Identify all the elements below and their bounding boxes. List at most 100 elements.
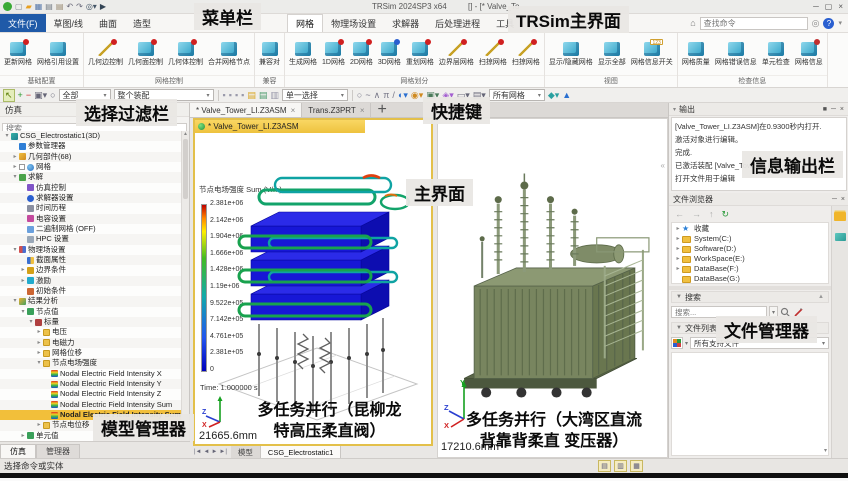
print-button[interactable]: ▤ xyxy=(45,2,53,12)
chevron-down-icon[interactable]: ▾ xyxy=(838,19,842,27)
ribbon-button[interactable]: 扫掠网格 xyxy=(477,41,509,68)
file-list[interactable]: ▾ xyxy=(671,352,829,456)
ribbon-button[interactable]: 1D网格 xyxy=(320,41,347,68)
ribbon-button[interactable]: 单元检查 xyxy=(760,41,792,68)
play-button[interactable]: ▶ xyxy=(100,2,106,12)
collapse-panel-icon[interactable]: « xyxy=(661,161,665,170)
tree-item[interactable]: ▸网格 xyxy=(0,162,182,172)
model-display-icon[interactable]: ▲ xyxy=(562,89,571,102)
add-filter-icon[interactable]: + xyxy=(18,89,23,102)
remove-filter-icon[interactable]: − xyxy=(26,89,31,102)
menu-tab[interactable]: 造型 xyxy=(125,14,159,32)
pick-box-icon[interactable]: ▣▾ xyxy=(34,89,47,102)
tree-item[interactable]: Nodal Electric Field Intensity Z xyxy=(0,389,182,399)
active-document-banner[interactable]: * Valve_Tower_LI.Z3ASM xyxy=(195,120,365,133)
search-section-header[interactable]: ▼ 搜索 ▲ xyxy=(671,291,829,303)
minimize-button[interactable]: ─ xyxy=(813,2,819,11)
tree-item[interactable]: 仿真控制 xyxy=(0,183,182,193)
tree-item[interactable]: 二遍制网格 (OFF) xyxy=(0,224,182,234)
close-button[interactable]: × xyxy=(838,2,843,11)
menu-tab[interactable]: 曲面 xyxy=(91,14,125,32)
minimize-icon[interactable]: ─ xyxy=(832,196,837,203)
new-file-button[interactable]: ▢ xyxy=(15,2,23,12)
polyline-tool-icon[interactable]: π xyxy=(383,89,389,102)
tree-item[interactable]: ▸边界条件 xyxy=(0,265,182,275)
view-tab[interactable]: CSG_Electrostatic1 xyxy=(261,446,341,458)
tree-item[interactable]: 时间历程 xyxy=(0,203,182,213)
mesh-display-icon[interactable]: ◆▾ xyxy=(548,89,559,102)
ribbon-button[interactable]: 几何边控制 xyxy=(86,41,125,68)
folder-icon[interactable] xyxy=(834,212,846,221)
panel-tab[interactable]: 仿真 xyxy=(0,444,36,458)
drive-item[interactable]: ▸System(C:) xyxy=(672,234,828,244)
drive-item[interactable]: DataBase(G:) xyxy=(672,274,828,284)
restore-button[interactable]: ▢ xyxy=(825,2,833,11)
ribbon-button[interactable]: 显示/隐藏网格 xyxy=(547,41,595,68)
tree-item[interactable]: ▾物理场设置 xyxy=(0,245,182,255)
tree-item[interactable]: Nodal Electric Field Intensity Y xyxy=(0,379,182,389)
tree-item[interactable]: ▾标量 xyxy=(0,317,182,327)
menu-tab[interactable]: 求解器 xyxy=(384,14,427,32)
menu-tab[interactable]: 网格 xyxy=(287,14,323,32)
open-button[interactable]: ▰ xyxy=(26,2,32,12)
forward-button[interactable]: → xyxy=(692,209,701,219)
filter-body-icon[interactable]: ▪ xyxy=(241,89,244,102)
save-button[interactable]: ▦ xyxy=(35,2,43,12)
filter-dropdown[interactable]: 单一选择▾ xyxy=(282,89,348,101)
ribbon-button[interactable]: 网格错误信息 xyxy=(713,41,759,68)
view-tab[interactable]: 模型 xyxy=(231,446,261,458)
ribbon-button[interactable]: 显示全部 xyxy=(596,41,628,68)
viewport-valve-tower[interactable]: * Valve_Tower_LI.Z3ASM 节点电场强度 Sum (V/m) … xyxy=(193,118,433,446)
ribbon-button[interactable]: 合并网格节点 xyxy=(206,41,252,68)
close-tab-icon[interactable]: × xyxy=(360,106,365,115)
tree-item[interactable]: ▾求解 xyxy=(0,172,182,182)
display-toggle[interactable]: ▦ xyxy=(630,460,643,472)
display-toggle[interactable]: ▥ xyxy=(614,460,627,472)
lasso-icon[interactable]: ○ xyxy=(50,89,55,102)
tree-item[interactable]: Nodal Electric Field Intensity X xyxy=(0,369,182,379)
ribbon-button[interactable]: 网格引用设置 xyxy=(35,41,81,68)
scroll-down-icon[interactable]: ▾ xyxy=(824,447,827,454)
command-search-input[interactable] xyxy=(700,17,808,30)
tree-item[interactable]: 初始条件 xyxy=(0,286,182,296)
layer-icon[interactable]: ▥ xyxy=(270,89,279,102)
redo-button[interactable]: ↷ xyxy=(76,2,83,12)
tree-item[interactable]: 求解器设置 xyxy=(0,193,182,203)
scroll-up-icon[interactable]: ▲ xyxy=(818,294,824,300)
curve-tool-icon[interactable]: ~ xyxy=(365,89,370,102)
up-button[interactable]: ↑ xyxy=(709,209,714,219)
filter-edge-icon[interactable]: ▪ xyxy=(229,89,232,102)
ribbon-button[interactable]: 网格信息 xyxy=(793,41,825,68)
nav-icon[interactable]: |◄ xyxy=(194,449,202,455)
close-icon[interactable]: × xyxy=(840,106,844,113)
folder-icon[interactable]: ▤ xyxy=(247,89,256,102)
ribbon-button[interactable]: 几何面控制 xyxy=(126,41,165,68)
menu-tab[interactable]: 物理场设置 xyxy=(323,14,384,32)
undo-button[interactable]: ↶ xyxy=(66,2,73,12)
back-button[interactable]: ← xyxy=(675,209,684,219)
app-logo-icon[interactable] xyxy=(3,2,12,11)
pick-cursor-icon[interactable]: ↖ xyxy=(3,89,15,102)
checkbox[interactable] xyxy=(19,164,25,170)
drive-item[interactable]: ▸Software(D:) xyxy=(672,244,828,254)
nav-icon[interactable]: ►| xyxy=(219,449,227,455)
nav-icon[interactable]: ◄ xyxy=(204,449,210,455)
gear-icon[interactable]: ◎ xyxy=(812,18,820,29)
tree-item[interactable]: 截面属性 xyxy=(0,255,182,265)
menu-tab[interactable]: 文件(F) xyxy=(0,14,46,32)
filter-dropdown[interactable]: 所有网格▾ xyxy=(489,89,545,101)
tree-item[interactable]: ▸电压 xyxy=(0,327,182,337)
ribbon-button[interactable]: 更新网格 xyxy=(2,41,34,68)
plot-button[interactable]: ▤ xyxy=(56,2,64,12)
tree-item[interactable]: ▾节点值 xyxy=(0,307,182,317)
selector-button[interactable]: ◎▾ xyxy=(86,2,97,12)
ribbon-button[interactable]: 生成网格 xyxy=(287,41,319,68)
ribbon-button[interactable]: 边界层网格 xyxy=(437,41,476,68)
pin-icon[interactable]: ■ xyxy=(823,106,827,113)
home-icon[interactable]: ⌂ xyxy=(690,18,695,28)
minimize-icon[interactable]: ─ xyxy=(831,106,836,113)
tree-item[interactable]: Nodal Electric Field Intensity Sum xyxy=(0,400,182,410)
display-toggle[interactable]: ▤ xyxy=(598,460,611,472)
shade-mode-icon[interactable]: ◐▾ xyxy=(398,89,408,102)
ribbon-button[interactable]: 123网格信息开关 xyxy=(629,41,675,68)
